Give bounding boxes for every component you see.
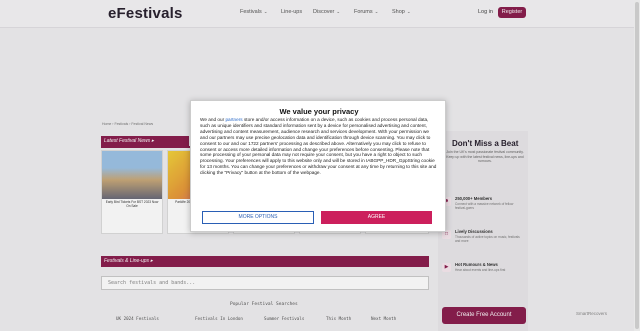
- scrollbar-thumb[interactable]: [635, 2, 639, 329]
- consent-text-rest: store and/or access information on a dev…: [200, 117, 437, 176]
- consent-title: We value your privacy: [279, 107, 359, 116]
- agree-button[interactable]: AGREE: [321, 211, 432, 224]
- partners-link[interactable]: partners: [225, 117, 242, 122]
- more-options-button[interactable]: MORE OPTIONS: [202, 211, 314, 224]
- consent-text-start: We and our: [200, 117, 226, 122]
- consent-text: We and our partners store and/or access …: [200, 117, 438, 176]
- consent-dialog: We value your privacy We and our partner…: [190, 100, 446, 232]
